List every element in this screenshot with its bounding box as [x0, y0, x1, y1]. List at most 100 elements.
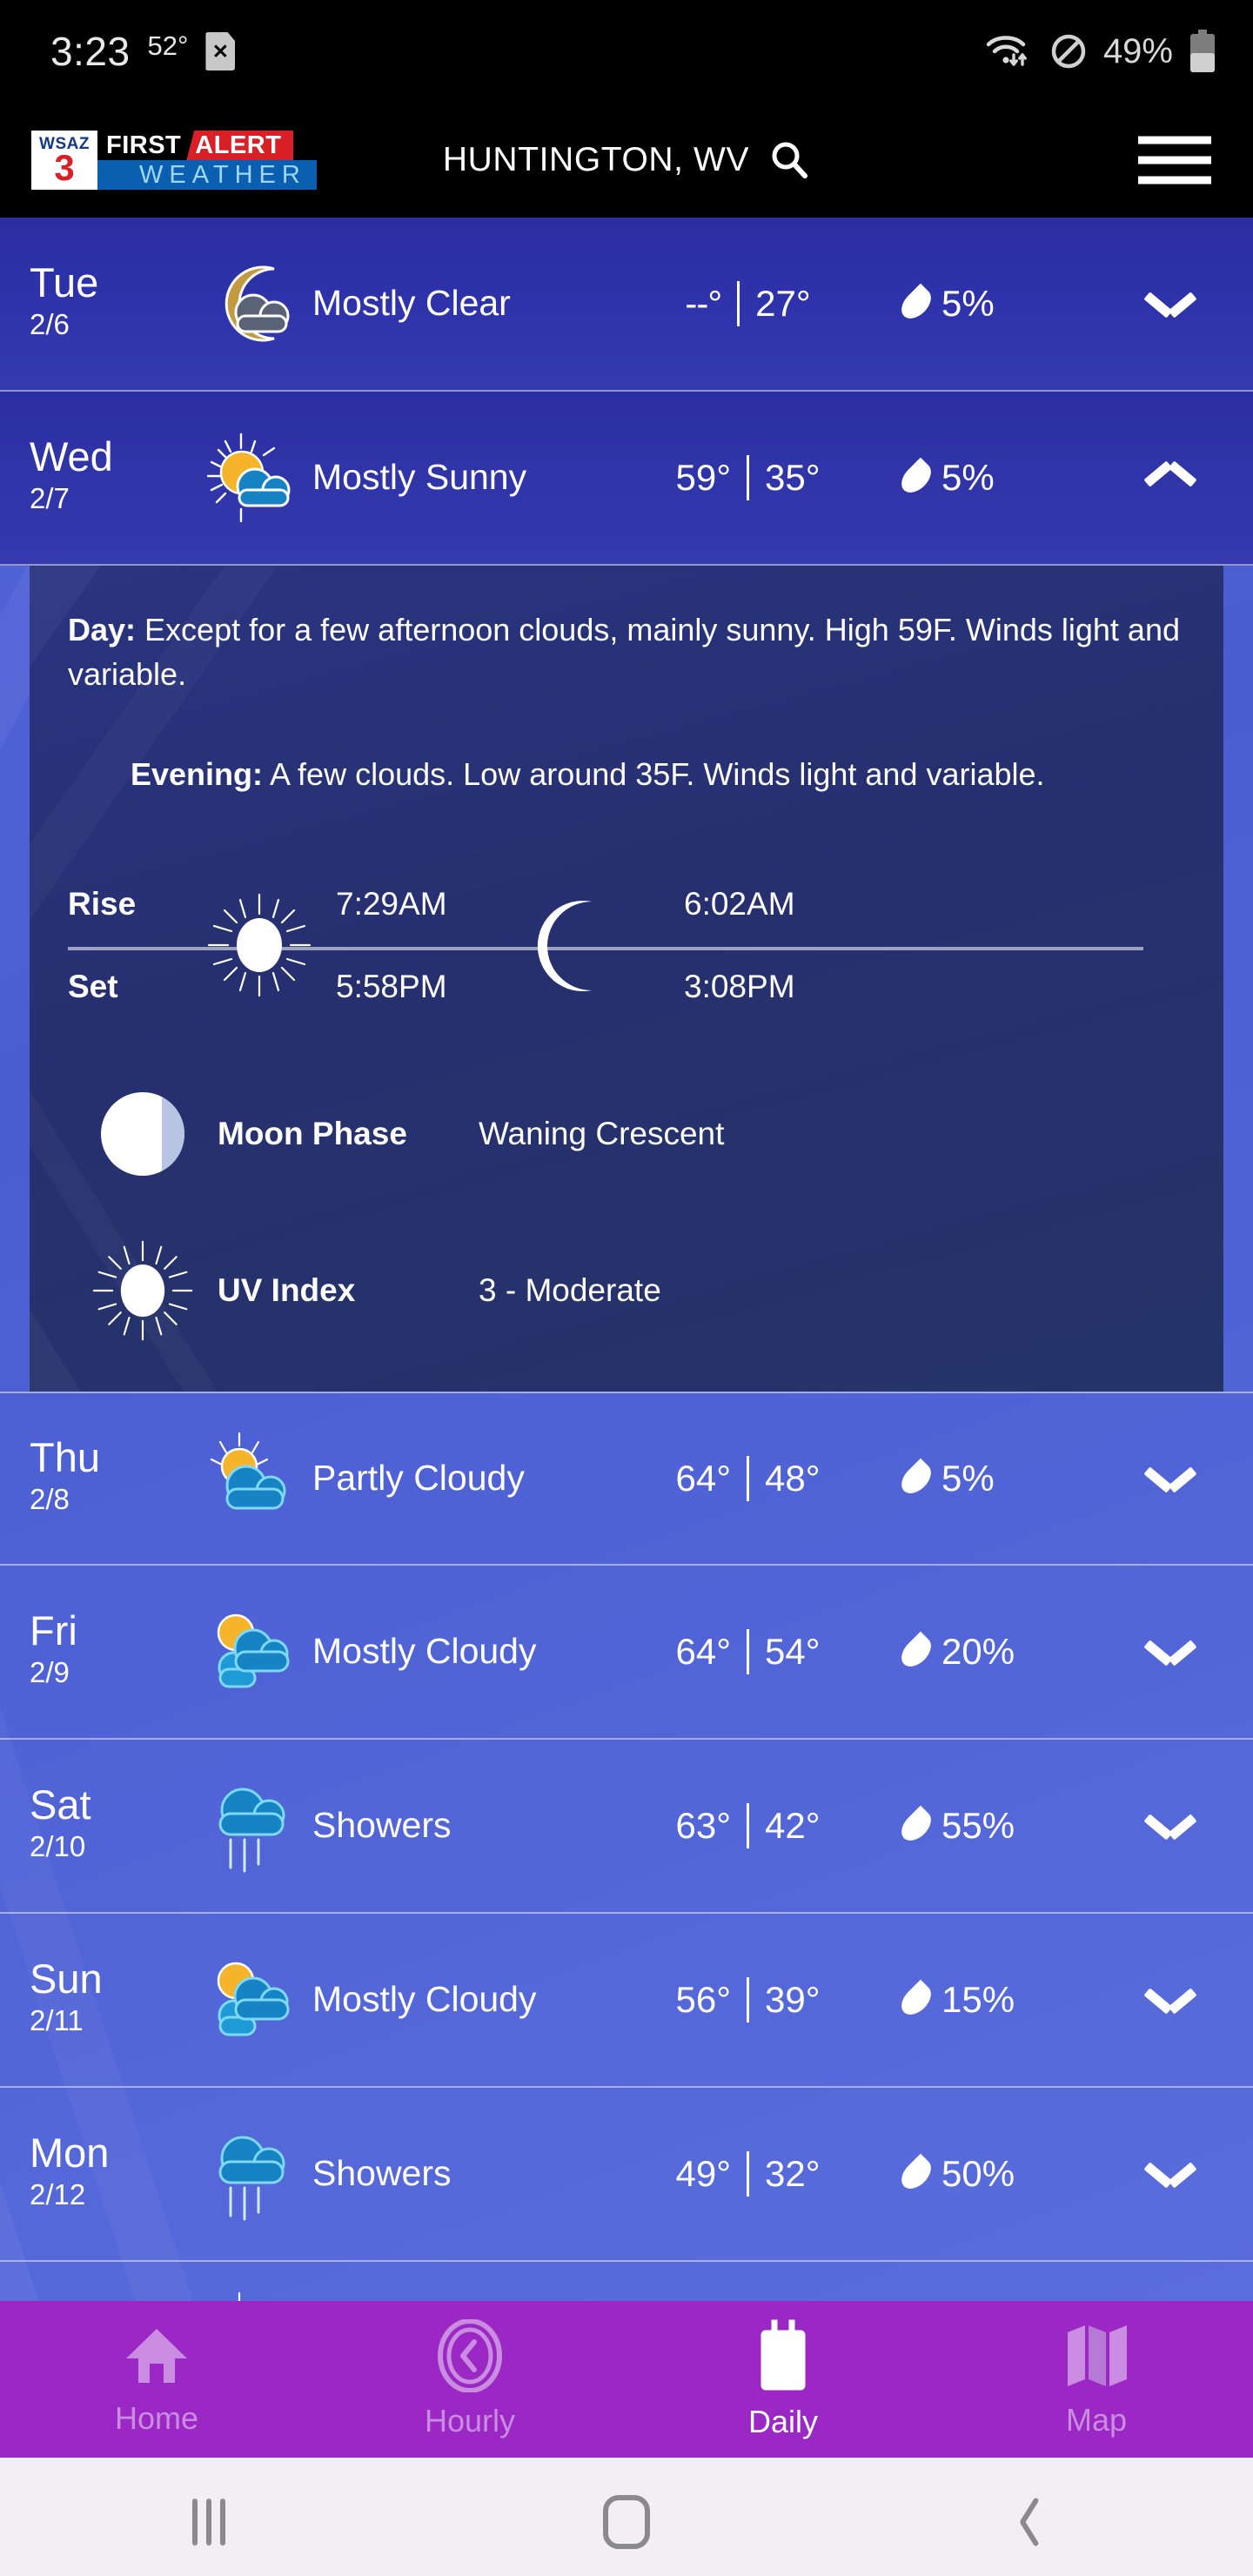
forecast-high: 64° [675, 1631, 731, 1673]
bottom-tab-bar[interactable]: Home Hourly Daily Map [0, 2301, 1253, 2458]
home-button[interactable] [418, 2495, 835, 2549]
chevron-down-icon [1147, 1466, 1194, 1492]
forecast-day-date: 2/11 [30, 2004, 84, 2037]
crescent-moon-icon [531, 898, 614, 998]
expand-row-button[interactable] [1122, 1987, 1218, 2013]
chevron-down-icon [1147, 1639, 1194, 1665]
tab-daily-label: Daily [747, 2404, 818, 2439]
forecast-row[interactable]: Fri 2/9 Mostly Cloudy 64° 54° 20% [0, 1566, 1253, 1741]
forecast-row[interactable]: Thu 2/8 Partly Cloudy 64° 48° 5% [0, 1392, 1253, 1566]
logo-alert-text: ALERT [186, 131, 294, 160]
forecast-low: 54° [765, 1631, 821, 1673]
forecast-row[interactable]: Sun 2/11 Mostly Cloudy 56° 39° 15% [0, 1914, 1253, 2089]
status-bar-right: 49% [985, 29, 1218, 74]
home-button-icon [603, 2495, 650, 2549]
expand-row-button[interactable] [1122, 1639, 1218, 1665]
forecast-temperature: 56° 39° [591, 1977, 905, 2023]
forecast-condition: Partly Cloudy [312, 1458, 525, 1499]
forecast-condition: Mostly Cloudy [312, 1979, 537, 2020]
forecast-row[interactable]: Mon 2/12 Showers 49° 32° 50% [0, 2088, 1253, 2263]
forecast-condition: Mostly Clear [312, 283, 511, 324]
tab-map[interactable]: Map [940, 2301, 1253, 2458]
status-temperature: 52° [147, 30, 189, 61]
wsaz-channel-badge: WSAZ 3 [31, 131, 97, 190]
forecast-high: 56° [675, 1979, 731, 2021]
precip-value: 5% [941, 283, 995, 324]
battery-icon [1190, 30, 1215, 72]
set-label: Set [68, 968, 118, 1004]
forecast-condition: Showers [312, 1805, 452, 1846]
forecast-day-column: Sun 2/11 [30, 1958, 191, 2043]
forecast-day-column: Sat 2/10 [30, 1784, 191, 1868]
forecast-row[interactable]: Tue 2/6 Mostly Clear --° 27° 5% [0, 218, 1253, 392]
sun-cloud-icon [191, 2290, 312, 2301]
tab-daily[interactable]: Daily [626, 2301, 940, 2458]
forecast-day-date: 2/12 [30, 2178, 86, 2211]
sun-cloud-icon [191, 429, 312, 527]
logo-first-text: FIRST [106, 131, 182, 159]
forecast-temperature: 63° 42° [591, 1803, 905, 1849]
sunrise-time: 7:29AM [336, 885, 447, 922]
chevron-down-icon [1147, 1813, 1194, 1839]
collapse-row-button[interactable] [1122, 465, 1218, 491]
precipitation-chance: 20% [895, 1631, 1122, 1673]
day-forecast-text: Day: Except for a few afternoon clouds, … [68, 607, 1185, 696]
forecast-high: 63° [675, 1805, 731, 1847]
temp-separator [747, 1456, 749, 1502]
hamburger-menu-icon[interactable] [1138, 136, 1211, 184]
rain-cloud-icon [191, 2125, 312, 2223]
clock-icon [438, 2319, 502, 2392]
android-navigation-bar[interactable] [0, 2458, 1253, 2576]
rise-label: Rise [68, 885, 137, 922]
evening-forecast-label: Evening: [131, 756, 264, 793]
forecast-high: 59° [675, 457, 731, 498]
tab-home[interactable]: Home [0, 2301, 313, 2458]
temp-separator [747, 1803, 749, 1849]
status-time: 3:23 [50, 29, 131, 74]
status-bar-left: 3:23 52° ✕ [50, 28, 236, 75]
tab-map-label: Map [1065, 2402, 1128, 2438]
temp-separator [747, 455, 749, 500]
forecast-low: 32° [765, 2153, 821, 2195]
chevron-down-icon [1147, 291, 1194, 317]
forecast-low: 42° [765, 1805, 821, 1847]
forecast-row[interactable]: Tue Partly 49° 29° [0, 2262, 1253, 2301]
forecast-day-column: Mon 2/12 [30, 2132, 191, 2217]
search-icon[interactable] [768, 139, 810, 181]
sunset-time: 5:58PM [336, 968, 447, 1004]
expand-row-button[interactable] [1122, 1813, 1218, 1839]
temp-separator [747, 1629, 749, 1675]
forecast-temperature: 64° 54° [591, 1629, 905, 1675]
forecast-temperature: 59° 35° [591, 455, 905, 500]
hamburger-bar [1138, 136, 1211, 144]
expand-row-button[interactable] [1122, 2161, 1218, 2187]
forecast-row[interactable]: Wed 2/7 Mostly Sunny 59° 35° 5% [0, 392, 1253, 566]
expand-row-button[interactable] [1122, 291, 1218, 317]
daily-forecast-list[interactable]: Tue 2/6 Mostly Clear --° 27° 5% Wed 2/7 … [0, 218, 1253, 2301]
tab-hourly-label: Hourly [424, 2403, 516, 2438]
forecast-day-name: Thu [30, 1434, 100, 1481]
forecast-row[interactable]: Sat 2/10 Showers 63° 42° 55% [0, 1740, 1253, 1915]
precip-value: 20% [941, 1631, 1015, 1673]
moon-cloud-icon [191, 255, 312, 352]
precip-value: 55% [941, 1805, 1015, 1847]
sun-icon [205, 891, 313, 1003]
moon-phase-disc [101, 1092, 184, 1177]
forecast-day-name: Mon [30, 2130, 110, 2177]
precipitation-chance: 55% [895, 1805, 1122, 1847]
hamburger-bar [1138, 156, 1211, 164]
forecast-day-name: Tue [30, 258, 99, 305]
forecast-temperature: 49° 32° [591, 2151, 905, 2197]
uv-index-row: UV Index 3 - Moderate [68, 1238, 1185, 1343]
forecast-day-date: 2/8 [30, 1483, 70, 1516]
calendar-icon [761, 2319, 806, 2391]
battery-percent-label: 49% [1102, 31, 1173, 70]
sun-clouds-icon [191, 1951, 312, 2049]
recents-button[interactable] [0, 2499, 418, 2546]
expand-row-button[interactable] [1122, 1466, 1218, 1492]
tab-hourly[interactable]: Hourly [313, 2301, 626, 2458]
forecast-day-name: Sun [30, 1955, 103, 2002]
back-button[interactable] [835, 2497, 1253, 2547]
forecast-condition: Mostly Sunny [312, 457, 527, 498]
precipitation-chance: 5% [895, 1458, 1122, 1499]
